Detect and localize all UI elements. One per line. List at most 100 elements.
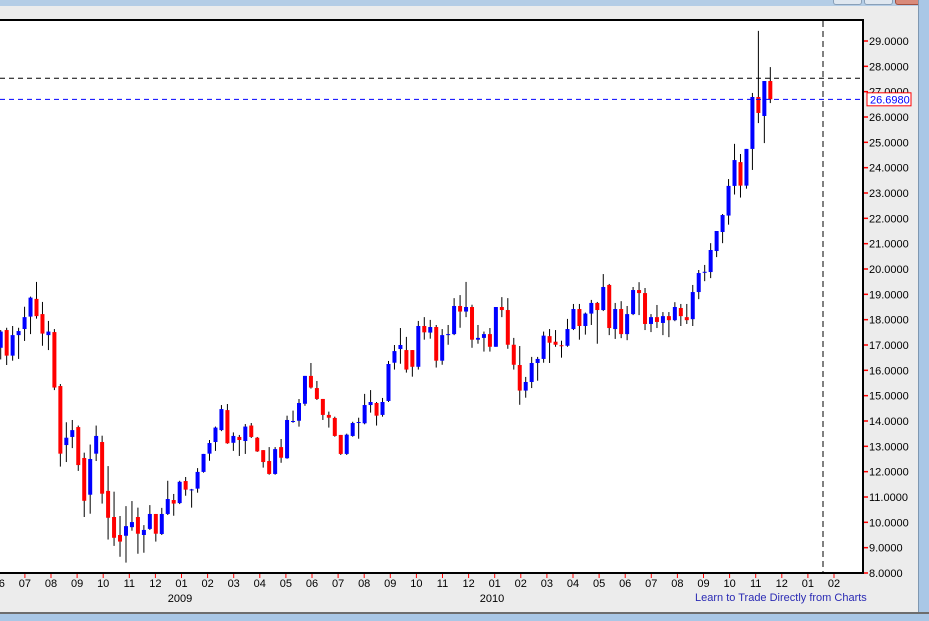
candle-body (129, 522, 134, 528)
candle-body (237, 436, 242, 440)
x-tick-label: 07 (19, 578, 31, 590)
y-tick-label: 19.0000 (869, 289, 909, 301)
candle-body (660, 316, 665, 323)
candle-body (344, 434, 349, 454)
candle-body (326, 414, 331, 418)
candle-body (487, 334, 492, 347)
candle-body (666, 316, 671, 321)
y-tick-label: 13.0000 (869, 441, 909, 453)
candle-body (374, 403, 379, 416)
candlestick-chart[interactable]: 8.0000 9.0000 10.0000 11.0000 12.0000 13.0000… (0, 0, 929, 619)
candle-body (82, 457, 87, 501)
candle-body (577, 309, 582, 326)
candle-body (64, 437, 69, 446)
candle-body (726, 185, 731, 216)
candle-down (52, 329, 57, 391)
candle-body (261, 450, 266, 463)
candle-up (177, 480, 182, 505)
candle-down (100, 435, 105, 504)
candle-up (493, 306, 498, 347)
candle-body (273, 449, 278, 474)
candle-body (159, 513, 164, 534)
candle-body (135, 517, 140, 534)
x-tick-label: 11 (437, 578, 448, 590)
candle-down (643, 287, 648, 331)
candle-body (511, 344, 516, 365)
candle-body (648, 317, 653, 324)
candle-body (571, 309, 576, 330)
candle-body (28, 297, 33, 317)
y-tick-label: 25.0000 (869, 137, 909, 149)
y-tick-label: 12.0000 (869, 467, 909, 479)
candle-body (249, 425, 254, 437)
x-tick-label: 08 (671, 578, 683, 590)
candle-body (625, 314, 630, 335)
x-tick-label: 12 (462, 578, 474, 590)
candle-body (314, 388, 319, 399)
x-tick-label: 11 (750, 578, 761, 590)
candle-body (297, 403, 301, 421)
candle-body (76, 427, 81, 466)
candle-down (332, 416, 337, 437)
candle-body (189, 489, 194, 491)
y-tick-label: 23.0000 (869, 188, 909, 200)
candle-body (678, 308, 683, 317)
candle-body (768, 81, 773, 100)
candle-body (541, 335, 546, 359)
candle-body (4, 330, 9, 356)
candle-body (123, 526, 128, 536)
x-tick-label: 02 (515, 578, 527, 590)
y-tick-label: 11.0000 (869, 492, 908, 504)
x-tick-label: 02 (828, 578, 840, 590)
candle-body (52, 332, 57, 388)
y-tick-label: 14.0000 (869, 416, 909, 428)
y-tick-label: 17.0000 (869, 340, 909, 352)
candle-body (308, 375, 313, 388)
candle-body (547, 336, 552, 343)
candle-body (475, 337, 480, 340)
candle-up (541, 331, 546, 363)
candle-body (750, 96, 755, 149)
candle-body (153, 513, 158, 534)
candle-body (10, 335, 15, 356)
candle-body (446, 334, 451, 336)
y-tick-label: 15.0000 (869, 391, 909, 403)
candle-body (535, 358, 540, 363)
candle-body (183, 481, 188, 490)
candle-body (338, 434, 343, 454)
candle-body (428, 327, 433, 333)
candle-body (637, 290, 642, 294)
x-tick-label: 09 (697, 578, 709, 590)
candle-body (398, 344, 403, 350)
x-tick-label: 06 (619, 578, 631, 590)
x-tick-label: 10 (723, 578, 735, 590)
candle-body (601, 286, 606, 311)
candle-body (70, 430, 75, 437)
candle-body (255, 437, 260, 452)
candle-body (684, 317, 689, 321)
candle-body (595, 302, 600, 311)
y-tick-label: 26.0000 (869, 112, 909, 124)
x-tick-label: 02 (201, 578, 213, 590)
candle-body (738, 162, 743, 186)
candle-body (440, 335, 445, 361)
candle-body (505, 310, 510, 345)
x-tick-label: 09 (384, 578, 396, 590)
candle-body (714, 230, 719, 252)
x-tick-label: 11 (124, 578, 135, 590)
candle-up (302, 375, 307, 406)
candle-body (16, 331, 21, 336)
y-axis: 8.0000 9.0000 10.0000 11.0000 12.0000 13.0000… (864, 36, 909, 580)
x-tick-label: 07 (645, 578, 657, 590)
candle-down (338, 434, 343, 455)
learn-to-trade-link[interactable]: Learn to Trade Directly from Charts (695, 592, 867, 604)
candle-body (493, 306, 498, 347)
x-tick-label: 01 (175, 578, 187, 590)
candle-body (207, 443, 212, 454)
candle-body (368, 401, 373, 406)
candle-body (356, 422, 361, 424)
candle-body (279, 447, 284, 458)
candle-body (607, 284, 612, 329)
candle-body (553, 341, 558, 345)
candle-body (613, 309, 618, 330)
